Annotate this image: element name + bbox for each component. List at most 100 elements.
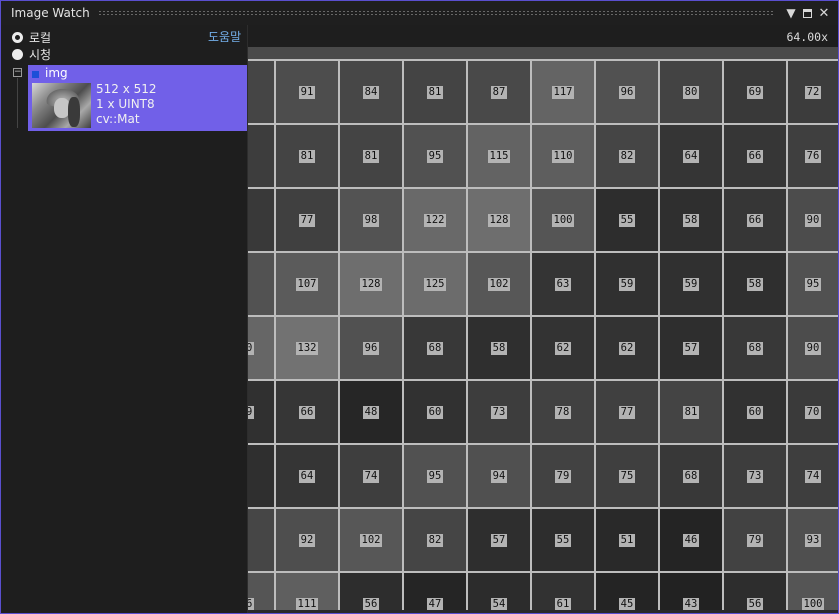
pixel-cell[interactable]: 57 [468, 509, 532, 573]
pixel-cell[interactable]: 72 [788, 61, 838, 125]
maximize-icon[interactable] [803, 8, 812, 18]
pixel-cell[interactable]: 47 [404, 573, 468, 613]
pixel-cell[interactable] [248, 445, 276, 509]
pixel-cell[interactable]: 122 [404, 189, 468, 253]
pixel-cell[interactable]: 54 [468, 573, 532, 613]
pixel-cell[interactable] [248, 253, 276, 317]
pixel-cell[interactable]: 64 [276, 445, 340, 509]
pixel-cell[interactable]: 61 [532, 573, 596, 613]
pixel-cell[interactable]: 9 [248, 381, 276, 445]
pixel-cell[interactable]: 128 [468, 189, 532, 253]
pixel-cell[interactable]: 80 [660, 61, 724, 125]
pixel-cell[interactable]: 81 [276, 125, 340, 189]
pixel-cell[interactable]: 46 [660, 509, 724, 573]
pixel-cell[interactable]: 84 [340, 61, 404, 125]
pixel-cell[interactable]: 73 [724, 445, 788, 509]
pixel-cell[interactable]: 95 [404, 445, 468, 509]
pixel-cell[interactable]: 79 [724, 509, 788, 573]
pixel-cell[interactable] [248, 509, 276, 573]
pixel-cell[interactable] [248, 61, 276, 125]
pixel-cell[interactable]: 107 [276, 253, 340, 317]
pixel-cell[interactable]: 66 [724, 125, 788, 189]
radio-watch-label[interactable]: 시청 [29, 46, 51, 63]
pixel-cell[interactable] [248, 189, 276, 253]
horizontal-scrollbar[interactable] [248, 610, 838, 613]
pixel-cell[interactable]: 102 [340, 509, 404, 573]
pixel-cell[interactable]: 81 [340, 125, 404, 189]
pixel-cell[interactable]: 55 [532, 509, 596, 573]
pixel-cell[interactable]: 60 [404, 381, 468, 445]
pixel-cell[interactable]: 51 [596, 509, 660, 573]
pixel-cell[interactable] [248, 125, 276, 189]
pixel-cell[interactable]: 59 [596, 253, 660, 317]
pixel-cell[interactable]: 70 [788, 381, 838, 445]
pixel-cell[interactable]: 66 [276, 381, 340, 445]
radio-local-label[interactable]: 로컬 [29, 29, 51, 46]
pixel-cell[interactable]: 96 [596, 61, 660, 125]
pixel-cell[interactable]: 45 [596, 573, 660, 613]
help-link[interactable]: 도움말 [208, 28, 241, 45]
pixel-cell[interactable]: 68 [724, 317, 788, 381]
pixel-cell[interactable]: 75 [596, 445, 660, 509]
pixel-cell[interactable]: 68 [660, 445, 724, 509]
image-list-item[interactable]: img 512 x 512 1 x UINT8 cv::Mat [28, 65, 247, 131]
pixel-cell[interactable]: 115 [468, 125, 532, 189]
title-bar[interactable]: Image Watch ▼ ✕ [1, 1, 838, 25]
drag-grip[interactable] [97, 10, 775, 16]
pixel-cell[interactable]: 87 [468, 61, 532, 125]
pixel-cell[interactable]: 82 [596, 125, 660, 189]
pixel-cell[interactable]: 90 [788, 317, 838, 381]
pixel-cell[interactable]: 100 [788, 573, 838, 613]
pixel-cell[interactable]: 48 [340, 381, 404, 445]
radio-local-row[interactable]: 로컬 [12, 29, 51, 46]
collapse-icon[interactable]: − [13, 68, 22, 77]
pixel-cell[interactable]: 59 [660, 253, 724, 317]
pixel-row-top-strip[interactable] [248, 47, 838, 61]
pixel-cell[interactable]: 95 [788, 253, 838, 317]
pixel-cell[interactable]: 81 [404, 61, 468, 125]
pixel-cell[interactable]: 66 [724, 189, 788, 253]
pixel-cell[interactable]: 0 [248, 317, 276, 381]
pixel-cell[interactable]: 110 [532, 125, 596, 189]
pixel-cell[interactable]: 73 [468, 381, 532, 445]
radio-local[interactable] [12, 32, 23, 43]
image-viewer[interactable]: 91 84 81 87 117 96 80 69 72 81 81 95 115 110 82 64 66 76 7… [248, 25, 838, 613]
pixel-cell[interactable]: 62 [532, 317, 596, 381]
pixel-cell[interactable]: 82 [404, 509, 468, 573]
pixel-cell[interactable]: 128 [340, 253, 404, 317]
pixel-cell[interactable]: 56 [724, 573, 788, 613]
pixel-cell[interactable]: 77 [276, 189, 340, 253]
pixel-cell[interactable]: 76 [788, 125, 838, 189]
pixel-cell[interactable]: 92 [276, 509, 340, 573]
pixel-cell[interactable]: 90 [788, 189, 838, 253]
pixel-cell[interactable]: 6 [248, 573, 276, 613]
pixel-cell[interactable]: 55 [596, 189, 660, 253]
pixel-cell[interactable]: 43 [660, 573, 724, 613]
pixel-cell[interactable]: 79 [532, 445, 596, 509]
pixel-cell[interactable]: 63 [532, 253, 596, 317]
pixel-cell[interactable]: 81 [660, 381, 724, 445]
pixel-cell[interactable]: 94 [468, 445, 532, 509]
pixel-cell[interactable]: 60 [724, 381, 788, 445]
pixel-cell[interactable]: 77 [596, 381, 660, 445]
pixel-cell[interactable]: 74 [340, 445, 404, 509]
pixel-cell[interactable]: 68 [404, 317, 468, 381]
pixel-cell[interactable]: 111 [276, 573, 340, 613]
pixel-cell[interactable]: 91 [276, 61, 340, 125]
pixel-cell[interactable]: 64 [660, 125, 724, 189]
radio-watch[interactable] [12, 49, 23, 60]
pixel-cell[interactable]: 125 [404, 253, 468, 317]
pixel-cell[interactable]: 100 [532, 189, 596, 253]
pixel-cell[interactable]: 132 [276, 317, 340, 381]
pixel-cell[interactable]: 58 [660, 189, 724, 253]
pixel-cell[interactable]: 58 [468, 317, 532, 381]
close-icon[interactable]: ✕ [816, 6, 832, 21]
pixel-cell[interactable]: 58 [724, 253, 788, 317]
pixel-grid[interactable]: 91 84 81 87 117 96 80 69 72 81 81 95 115 110 82 64 66 76 7… [248, 25, 838, 613]
pixel-cell[interactable]: 78 [532, 381, 596, 445]
pixel-cell[interactable]: 62 [596, 317, 660, 381]
pixel-cell[interactable]: 98 [340, 189, 404, 253]
pixel-cell[interactable]: 69 [724, 61, 788, 125]
pixel-cell[interactable]: 95 [404, 125, 468, 189]
pixel-cell[interactable]: 117 [532, 61, 596, 125]
